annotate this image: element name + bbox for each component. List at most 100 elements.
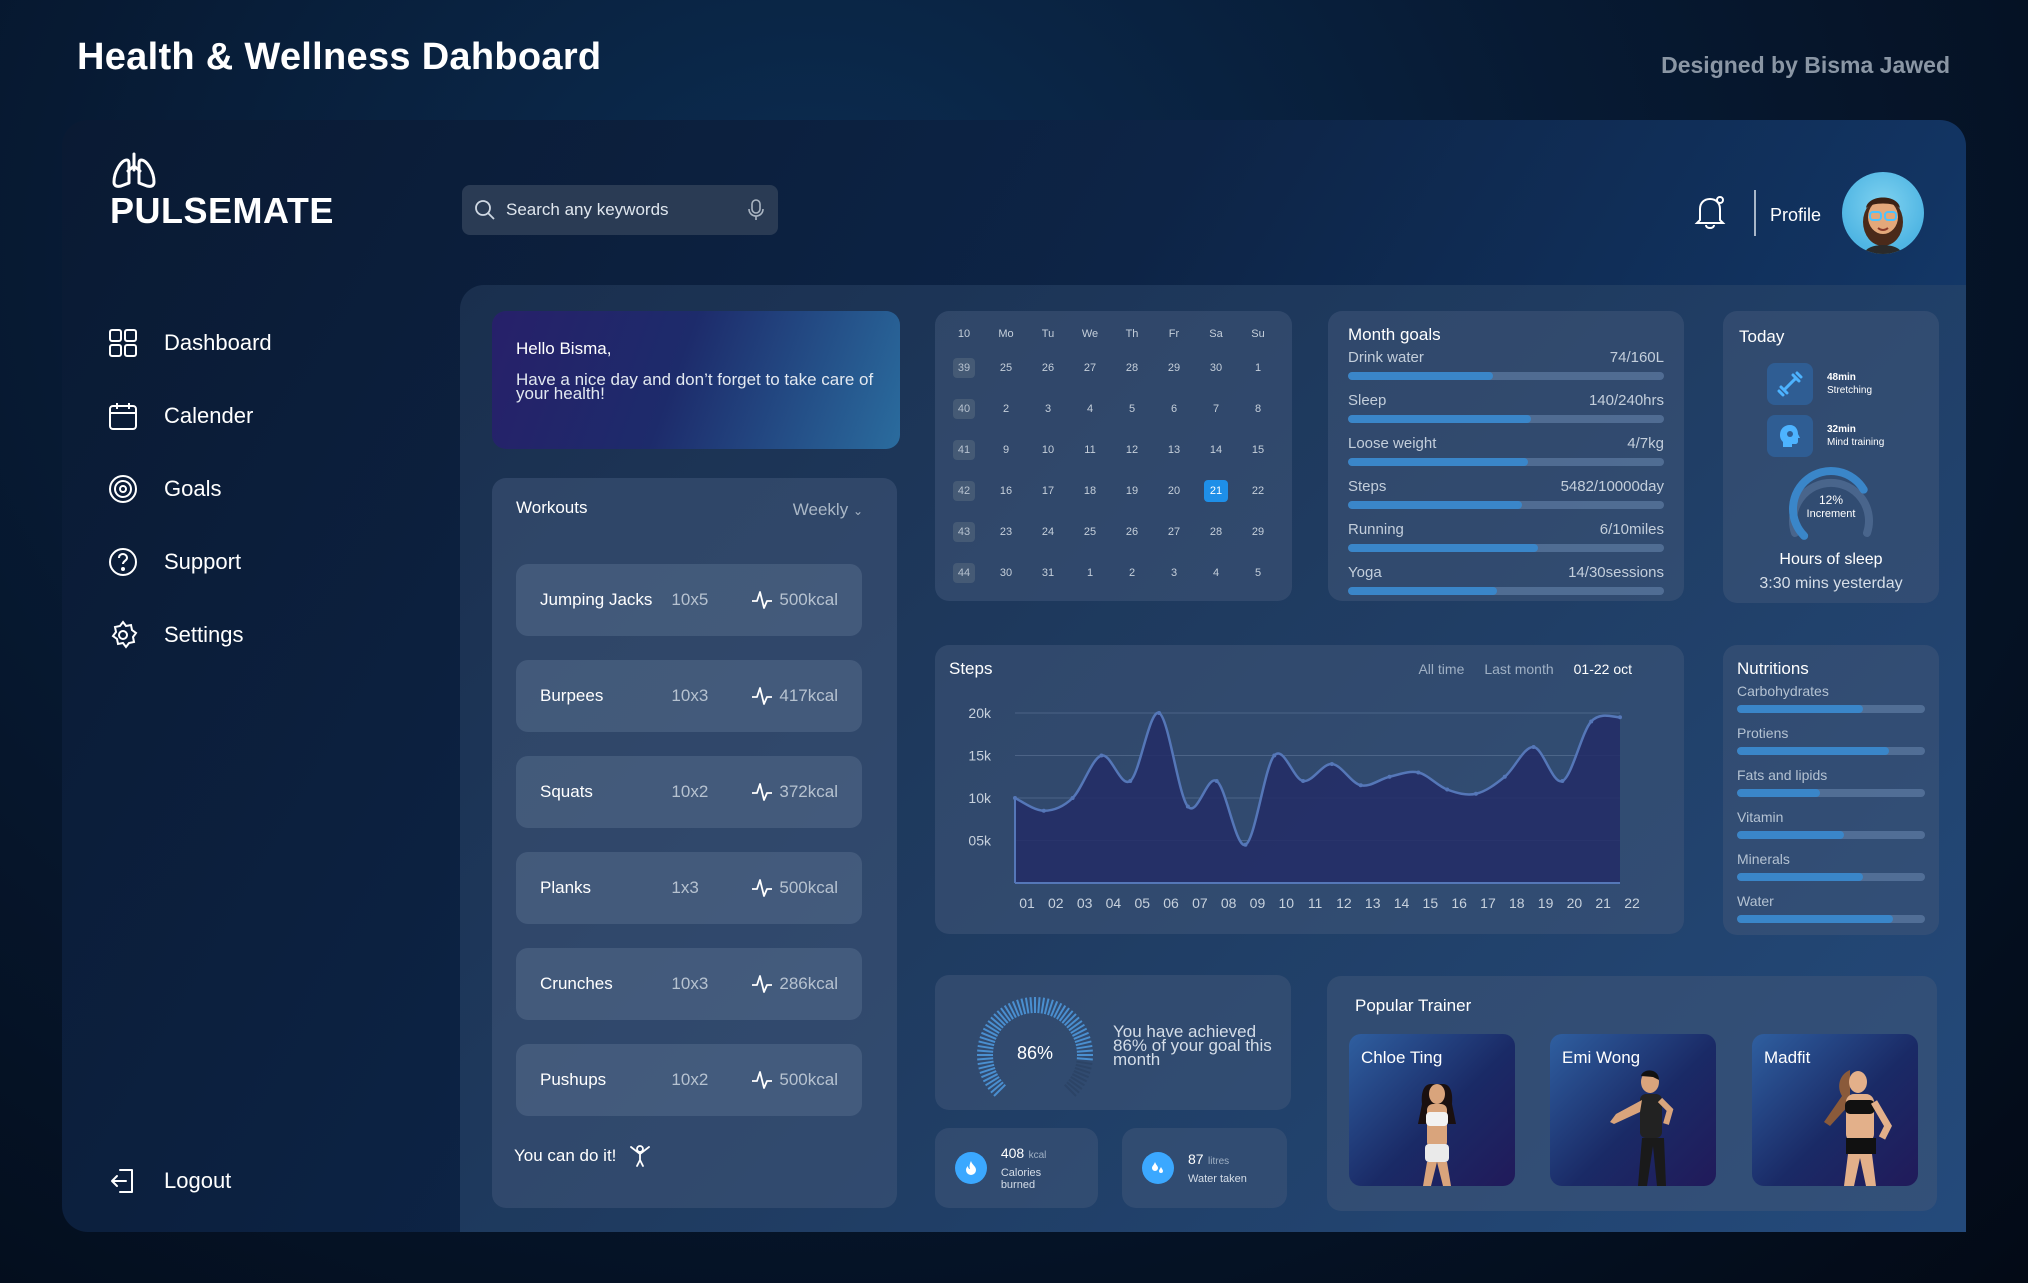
sidebar-item-calender[interactable]: Calender (108, 396, 408, 436)
calories-card: 408 kcal Calories burned (935, 1128, 1098, 1208)
calendar-day[interactable]: 18 (1069, 470, 1111, 511)
week-number: 42 (943, 470, 985, 511)
activity-stretching[interactable]: 48min Stretching (1767, 363, 1872, 405)
sidebar-item-dashboard[interactable]: Dashboard (108, 323, 408, 363)
x-tick-label: 13 (1365, 895, 1381, 911)
x-tick-label: 08 (1221, 895, 1237, 911)
calendar-day[interactable]: 11 (1069, 429, 1111, 470)
logout-button[interactable]: Logout (108, 1161, 408, 1201)
calendar-day[interactable]: 7 (1195, 388, 1237, 429)
workout-row[interactable]: Planks 1x3 500kcal (516, 852, 862, 924)
gauge-tick (1029, 997, 1033, 1014)
grid-icon (109, 329, 137, 357)
sidebar-item-settings[interactable]: Settings (108, 615, 408, 655)
workout-row[interactable]: Burpees 10x3 417kcal (516, 660, 862, 732)
workout-row[interactable]: Squats 10x2 372kcal (516, 756, 862, 828)
calendar-day[interactable]: 24 (1027, 511, 1069, 552)
calendar-day[interactable]: 23 (985, 511, 1027, 552)
calendar-day[interactable]: 10 (1027, 429, 1069, 470)
calendar-day[interactable]: 4 (1069, 388, 1111, 429)
calendar-day[interactable]: 5 (1111, 388, 1153, 429)
search-input[interactable]: Search any keywords (506, 200, 736, 220)
calendar-day[interactable]: 25 (985, 347, 1027, 388)
greeting-name: Bisma, (559, 339, 612, 358)
workout-name: Burpees (540, 686, 604, 705)
period-dropdown[interactable]: Weekly ⌄ (793, 500, 863, 520)
heartbeat-icon (752, 1071, 773, 1089)
calendar-day[interactable]: 17 (1027, 470, 1069, 511)
calendar-day[interactable]: 3 (1153, 552, 1195, 593)
trainer-photo (1824, 1070, 1892, 1186)
x-tick-label: 20 (1567, 895, 1583, 911)
steps-point (1128, 779, 1133, 783)
calendar-day[interactable]: 27 (1153, 511, 1195, 552)
goal-progress-fill (1348, 501, 1522, 509)
workout-row[interactable]: Jumping Jacks 10x5 500kcal (516, 564, 862, 636)
calendar-day[interactable]: 9 (985, 429, 1027, 470)
calendar-day[interactable]: 22 (1237, 470, 1279, 511)
calendar-day[interactable]: 31 (1027, 552, 1069, 593)
calendar-day[interactable]: 28 (1111, 347, 1153, 388)
calendar-day[interactable]: 1 (1069, 552, 1111, 593)
calendar-day[interactable]: 16 (985, 470, 1027, 511)
sidebar-item-goals[interactable]: Goals (108, 469, 408, 509)
trainer-card[interactable]: Madfit (1752, 1034, 1918, 1186)
x-tick-label: 17 (1480, 895, 1496, 911)
calendar-day[interactable]: 14 (1195, 429, 1237, 470)
x-tick-label: 01 (1019, 895, 1035, 911)
calendar-day[interactable]: 28 (1195, 511, 1237, 552)
week-number: 40 (943, 388, 985, 429)
goal-progress-fill (1348, 458, 1529, 466)
microphone-icon[interactable] (746, 198, 766, 222)
calendar-day[interactable]: 19 (1111, 470, 1153, 511)
week-number-label: 41 (953, 439, 975, 460)
calendar-day[interactable]: 26 (1027, 347, 1069, 388)
calendar-day[interactable]: 3 (1027, 388, 1069, 429)
workout-row[interactable]: Crunches 10x3 286kcal (516, 948, 862, 1020)
trainer-card[interactable]: Chloe Ting (1349, 1034, 1515, 1186)
calories-value: 372kcal (779, 782, 838, 801)
calendar-day[interactable]: 21 (1195, 470, 1237, 511)
calendar-day[interactable]: 26 (1111, 511, 1153, 552)
notification-bell-icon[interactable] (1692, 192, 1728, 235)
search-bar[interactable]: Search any keywords (462, 185, 778, 235)
calendar-day[interactable]: 15 (1237, 429, 1279, 470)
goal-label: Loose weight (1348, 435, 1437, 452)
week-number-label: 43 (953, 521, 975, 542)
avatar[interactable] (1842, 172, 1924, 254)
calendar-day[interactable]: 6 (1153, 388, 1195, 429)
calendar-day[interactable]: 12 (1111, 429, 1153, 470)
calendar-day[interactable]: 27 (1069, 347, 1111, 388)
trainer-card[interactable]: Emi Wong (1550, 1034, 1716, 1186)
sidebar-item-label: Support (164, 549, 242, 574)
motivation-text: You can do it! (514, 1144, 652, 1168)
nutrition-row: Fats and lipids (1737, 767, 1925, 797)
calendar-day[interactable]: 4 (1195, 552, 1237, 593)
x-tick-label: 04 (1106, 895, 1122, 911)
goal-row: Sleep 140/240hrs (1348, 392, 1664, 423)
calendar-day[interactable]: 20 (1153, 470, 1195, 511)
sidebar-item-support[interactable]: Support (108, 542, 408, 582)
calendar-day[interactable]: 1 (1237, 347, 1279, 388)
heartbeat-icon (752, 687, 773, 705)
calendar-day[interactable]: 29 (1153, 347, 1195, 388)
calendar-day[interactable]: 8 (1237, 388, 1279, 429)
calendar-day[interactable]: 29 (1237, 511, 1279, 552)
calendar-day[interactable]: 25 (1069, 511, 1111, 552)
steps-point (1013, 796, 1017, 800)
heartbeat-icon (752, 975, 773, 993)
x-tick-label: 14 (1394, 895, 1410, 911)
calendar-day[interactable]: 2 (1111, 552, 1153, 593)
profile-link[interactable]: Profile (1770, 205, 1821, 226)
calendar-day[interactable]: 13 (1153, 429, 1195, 470)
x-tick-label: 10 (1278, 895, 1294, 911)
week-number-label: 39 (953, 357, 975, 378)
activity-mind-training[interactable]: 32min Mind training (1767, 415, 1884, 457)
calendar-day[interactable]: 30 (1195, 347, 1237, 388)
steps-point (1416, 770, 1421, 775)
calendar-day[interactable]: 30 (985, 552, 1027, 593)
calendar-day[interactable]: 2 (985, 388, 1027, 429)
goal-progress-bar (1348, 458, 1664, 466)
calendar-day[interactable]: 5 (1237, 552, 1279, 593)
workout-row[interactable]: Pushups 10x2 500kcal (516, 1044, 862, 1116)
